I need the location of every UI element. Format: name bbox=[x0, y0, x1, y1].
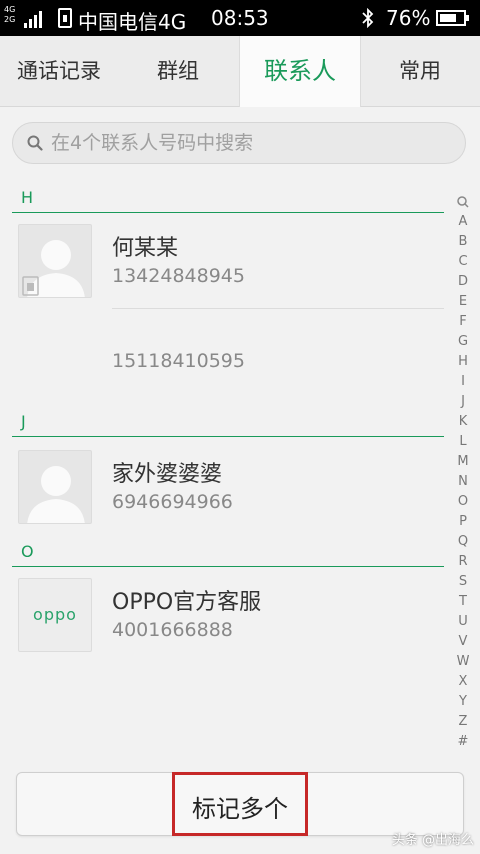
oppo-logo-text: oppo bbox=[33, 605, 77, 624]
index-letter[interactable]: S bbox=[452, 572, 474, 592]
section-header-h: H bbox=[12, 188, 444, 213]
index-letter[interactable]: O bbox=[452, 492, 474, 512]
index-letter[interactable]: J bbox=[452, 392, 474, 412]
section-header-o: O bbox=[12, 542, 444, 567]
contact-phone: 15118410595 bbox=[112, 350, 245, 372]
index-letter[interactable]: M bbox=[452, 452, 474, 472]
tab-groups[interactable]: 群组 bbox=[118, 36, 238, 106]
contact-row[interactable]: oppo OPPO官方客服 4001666888 bbox=[0, 574, 444, 654]
index-letter[interactable]: E bbox=[452, 292, 474, 312]
index-letter[interactable]: T bbox=[452, 592, 474, 612]
network-top-label: 4G bbox=[4, 5, 16, 14]
network-bottom-label: 2G bbox=[4, 15, 16, 24]
alphabet-index[interactable]: A B C D E F G H I J K L M N O P Q R S T … bbox=[452, 192, 474, 752]
signal-icon bbox=[24, 8, 46, 28]
index-search-icon[interactable] bbox=[452, 192, 474, 212]
index-letter[interactable]: D bbox=[452, 272, 474, 292]
section-letter: H bbox=[21, 188, 34, 207]
index-letter[interactable]: H bbox=[452, 352, 474, 372]
contact-row[interactable]: 家外婆婆婆 6946694966 bbox=[0, 446, 444, 526]
index-letter[interactable]: I bbox=[452, 372, 474, 392]
index-letter[interactable]: Y bbox=[452, 692, 474, 712]
watermark: 头条 @出海么 bbox=[391, 833, 474, 848]
default-avatar-icon bbox=[18, 450, 92, 524]
index-letter[interactable]: K bbox=[452, 412, 474, 432]
clock: 08:53 bbox=[211, 6, 269, 30]
index-letter[interactable]: C bbox=[452, 252, 474, 272]
oppo-logo-icon: oppo bbox=[18, 578, 92, 652]
index-letter[interactable]: W bbox=[452, 652, 474, 672]
tab-favorites[interactable]: 常用 bbox=[360, 36, 480, 106]
index-letter[interactable]: G bbox=[452, 332, 474, 352]
bluetooth-icon bbox=[362, 8, 374, 28]
row-divider bbox=[112, 308, 444, 309]
sim-card-icon bbox=[58, 8, 72, 28]
contact-phone: 13424848945 bbox=[112, 265, 245, 287]
index-letter[interactable]: R bbox=[452, 552, 474, 572]
index-letter[interactable]: P bbox=[452, 512, 474, 532]
contact-name: OPPO官方客服 bbox=[112, 590, 262, 615]
search-bar[interactable] bbox=[12, 122, 466, 164]
tab-bar: 通话记录 群组 联系人 常用 bbox=[0, 36, 480, 107]
index-letter[interactable]: N bbox=[452, 472, 474, 492]
index-letter[interactable]: L bbox=[452, 432, 474, 452]
index-letter[interactable]: B bbox=[452, 232, 474, 252]
index-letter[interactable]: # bbox=[452, 732, 474, 752]
contact-row[interactable]: 何某某 13424848945 bbox=[0, 220, 444, 300]
carrier-name: 中国电信4G bbox=[78, 10, 187, 34]
contact-name: 何某某 bbox=[112, 236, 179, 261]
tab-contacts[interactable]: 联系人 bbox=[239, 36, 361, 107]
section-letter: O bbox=[21, 542, 34, 561]
index-letter[interactable]: Z bbox=[452, 712, 474, 732]
index-letter[interactable]: F bbox=[452, 312, 474, 332]
default-avatar-icon bbox=[18, 224, 92, 298]
index-letter[interactable]: U bbox=[452, 612, 474, 632]
contact-name: 家外婆婆婆 bbox=[112, 462, 223, 487]
index-letter[interactable]: Q bbox=[452, 532, 474, 552]
status-bar: 4G 2G 中国电信4G 08:53 76% bbox=[0, 0, 480, 36]
contact-row[interactable]: 15118410595 bbox=[0, 310, 444, 390]
contact-phone: 4001666888 bbox=[112, 619, 233, 641]
tab-call-log[interactable]: 通话记录 bbox=[0, 36, 118, 106]
battery-percent: 76% bbox=[386, 6, 431, 30]
network-type: 4G 2G bbox=[4, 5, 15, 25]
section-letter: J bbox=[21, 412, 26, 431]
search-icon bbox=[27, 135, 43, 151]
highlight-box bbox=[172, 772, 308, 836]
index-letter[interactable]: V bbox=[452, 632, 474, 652]
contact-phone: 6946694966 bbox=[112, 491, 233, 513]
battery-icon bbox=[436, 10, 469, 26]
index-letter[interactable]: X bbox=[452, 672, 474, 692]
section-header-j: J bbox=[12, 412, 444, 437]
index-letter[interactable]: A bbox=[452, 212, 474, 232]
search-input[interactable] bbox=[51, 123, 455, 163]
